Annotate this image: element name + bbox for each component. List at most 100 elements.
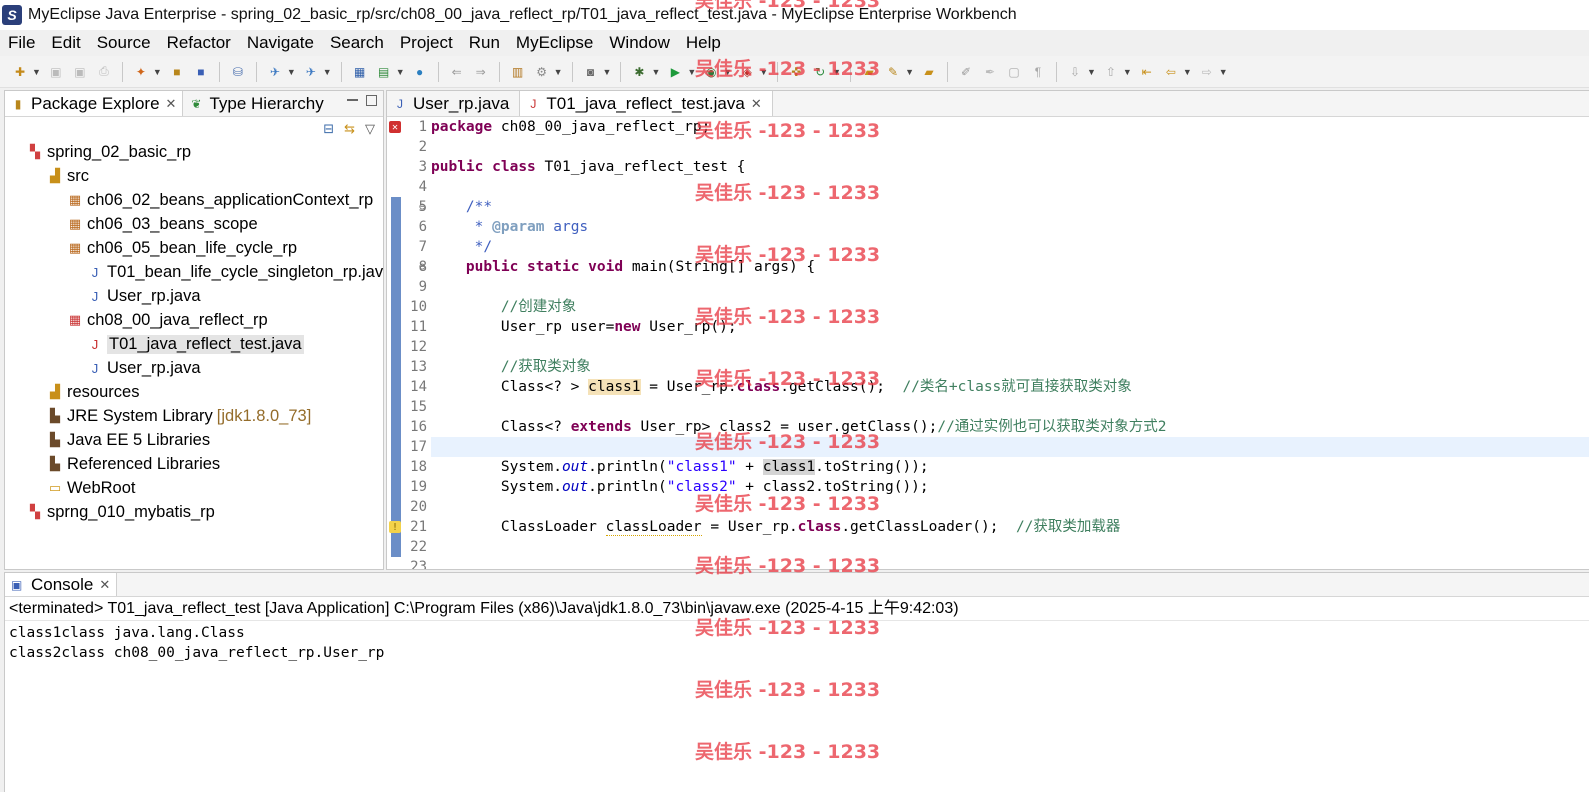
wizard-dropdown-icon[interactable]: ▼ [153,67,162,77]
tree-item[interactable]: J User_rp.java [87,357,201,379]
code-editor[interactable]: ✕ ! 1 2 3 4 5 6 7 8 9 10 11 12 13 14 15 … [387,117,1589,569]
tab-package-explorer[interactable]: ▮ Package Explore ✕ [5,91,184,116]
tab-type-hierarchy[interactable]: ❦ Type Hierarchy [183,91,329,116]
camera-dropdown-icon[interactable]: ▼ [603,67,612,77]
browser-dropdown-icon[interactable]: ▼ [323,67,332,77]
new-dropdown-icon[interactable]: ▼ [32,67,41,77]
tree-item[interactable]: ▚ spring_02_basic_rp [27,143,191,163]
view-menu-icon[interactable]: ▽ [365,121,375,137]
menu-help[interactable]: Help [678,33,729,53]
tree-item[interactable]: ▦ ch06_03_beans_scope [67,213,258,235]
menu-source[interactable]: Source [89,33,159,53]
package-dropdown-icon[interactable]: ▼ [396,67,405,77]
last-edit-icon[interactable]: ⇤ [1138,63,1156,81]
next-annotation-dropdown-icon[interactable]: ▼ [1087,67,1096,77]
new-class-icon[interactable]: ✜ [787,63,805,81]
menu-myeclipse[interactable]: MyEclipse [508,33,601,53]
tree-item[interactable]: ▙ Referenced Libraries [47,453,220,475]
warning-marker-icon[interactable]: ! [389,521,401,533]
globe-icon[interactable]: ● [411,63,429,81]
new-wizard-icon[interactable]: ✦ [132,63,150,81]
paragraph-icon[interactable]: ¶ [1029,63,1047,81]
new-package-icon[interactable]: ▤ [375,63,393,81]
forward-dropdown-icon[interactable]: ▼ [1219,67,1228,77]
menu-edit[interactable]: Edit [43,33,88,53]
tree-item[interactable]: ▟ resources [47,381,139,403]
tree-item[interactable]: ▚ sprng_010_mybatis_rp [27,501,215,523]
coverage-icon[interactable]: ◉ [702,63,720,81]
fold-collapse-icon[interactable]: ⊖ [419,257,429,277]
back-dropdown-icon[interactable]: ▼ [1183,67,1192,77]
hierarchy-icon[interactable]: ▦ [351,63,369,81]
menu-window[interactable]: Window [601,33,677,53]
tab-console[interactable]: ▣ Console ✕ [5,573,118,596]
close-icon[interactable]: ✕ [751,96,762,112]
new-icon[interactable]: ✚ [11,63,29,81]
close-icon[interactable]: ✕ [166,96,177,112]
block-icon[interactable]: ▢ [1005,63,1023,81]
refresh-dropdown-icon[interactable]: ▼ [832,67,841,77]
forward-icon[interactable]: ⇨ [1198,63,1216,81]
maximize-icon[interactable] [366,95,377,106]
settings-dropdown-icon[interactable]: ▼ [554,67,563,77]
tree-item[interactable]: ▦ ch06_05_bean_life_cycle_rp [67,237,297,259]
tree-item[interactable]: ▭ WebRoot [47,477,136,499]
menu-file[interactable]: File [0,33,43,53]
tree-item[interactable]: ▦ ch06_02_beans_applicationContext_rp [67,189,373,211]
external-tools-icon[interactable]: ◈ [738,63,756,81]
menu-run[interactable]: Run [461,33,508,53]
menu-navigate[interactable]: Navigate [239,33,322,53]
open-resource-icon[interactable]: ■ [192,63,210,81]
tree-item[interactable]: ▦ ch08_00_java_reflect_rp [67,309,268,331]
history-forward-icon[interactable]: ⇒ [472,63,490,81]
open-type-icon[interactable]: ■ [168,63,186,81]
link-with-editor-icon[interactable]: ⇆ [344,121,355,137]
tab-t01-java-reflect-test[interactable]: J T01_java_reflect_test.java ✕ [520,91,773,116]
debug-dropdown-icon[interactable]: ▼ [651,67,660,77]
annotation-icon[interactable]: ✐ [957,63,975,81]
server-icon[interactable]: ⛁ [229,63,247,81]
tab-user-rp-java[interactable]: J User_rp.java [387,91,521,116]
tree-item[interactable]: J T01_bean_life_cycle_singleton_rp.java [87,261,383,283]
collapse-all-icon[interactable]: ⊟ [323,121,334,137]
settings-icon[interactable]: ⚙ [533,63,551,81]
open-task-icon[interactable]: ▰ [920,63,938,81]
tree-item[interactable]: ▟ src [47,165,89,187]
minimize-icon[interactable] [347,99,358,101]
fold-collapse-icon[interactable]: ⊖ [419,197,429,217]
browser-icon[interactable]: ✈ [302,63,320,81]
console-output[interactable]: class1class java.lang.Class class2class c… [5,621,1589,663]
search-icon[interactable]: ✎ [884,63,902,81]
camera-icon[interactable]: ◙ [582,63,600,81]
print-icon[interactable]: ⎙ [95,63,113,81]
debug-icon[interactable]: ✱ [630,63,648,81]
prev-annotation-dropdown-icon[interactable]: ▼ [1123,67,1132,77]
refresh-icon[interactable]: ↻ [811,63,829,81]
close-icon[interactable]: ✕ [99,577,110,593]
run-icon[interactable]: ▶ [666,63,684,81]
menu-refactor[interactable]: Refactor [159,33,239,53]
next-annotation-icon[interactable]: ⇩ [1066,63,1084,81]
open-folder-icon[interactable]: ▰ [860,63,878,81]
tree-item-selected[interactable]: J T01_java_reflect_test.java [87,333,304,355]
tree-item[interactable]: ▙ Java EE 5 Libraries [47,429,210,451]
back-icon[interactable]: ⇦ [1162,63,1180,81]
menu-project[interactable]: Project [392,33,461,53]
history-back-icon[interactable]: ⇐ [448,63,466,81]
search-dropdown-icon[interactable]: ▼ [905,67,914,77]
error-marker-icon[interactable]: ✕ [389,121,401,133]
library-icon: ▙ [50,456,60,471]
save-all-icon[interactable]: ▣ [71,63,89,81]
deploy-dropdown-icon[interactable]: ▼ [287,67,296,77]
save-icon[interactable]: ▣ [47,63,65,81]
menu-search[interactable]: Search [322,33,392,53]
prev-annotation-icon[interactable]: ⇧ [1102,63,1120,81]
tree-item[interactable]: J User_rp.java [87,285,201,307]
pen-icon[interactable]: ✒ [981,63,999,81]
report-icon[interactable]: ▥ [509,63,527,81]
run-dropdown-icon[interactable]: ▼ [687,67,696,77]
tree-item[interactable]: ▙ JRE System Library [jdk1.8.0_73] [47,405,311,427]
coverage-dropdown-icon[interactable]: ▼ [723,67,732,77]
deploy-icon[interactable]: ✈ [266,63,284,81]
external-tools-dropdown-icon[interactable]: ▼ [759,67,768,77]
